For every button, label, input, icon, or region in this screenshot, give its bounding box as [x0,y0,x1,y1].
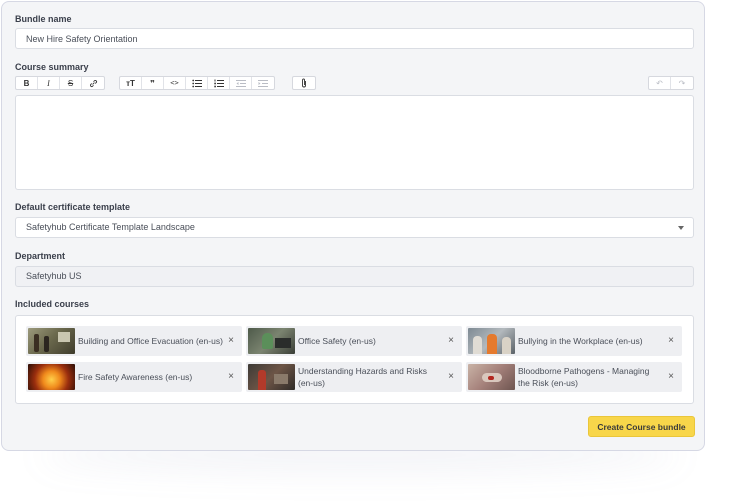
department-field: Safetyhub US [15,266,694,287]
remove-course-button[interactable]: × [448,371,454,382]
included-courses-label: Included courses [15,299,90,309]
remove-course-button[interactable]: × [228,371,234,382]
certificate-template-value: Safetyhub Certificate Template Landscape [26,222,195,232]
remove-course-button[interactable]: × [668,371,674,382]
attach-group [292,76,316,90]
course-thumbnail [248,364,295,390]
redo-button[interactable]: ↷ [671,77,693,89]
bundle-name-input[interactable] [26,29,666,48]
course-title: Understanding Hazards and Risks (en-us) [298,366,427,388]
course-title: Office Safety (en-us) [298,336,376,346]
course-chip: Bloodborne Pathogens - Managing the Risk… [466,362,682,392]
block-group: тT ❞ <> [119,76,275,90]
course-title: Fire Safety Awareness (en-us) [78,372,193,382]
outdent-button[interactable] [230,77,252,89]
outdent-icon [235,79,246,87]
remove-course-button[interactable]: × [448,335,454,346]
course-chip: Building and Office Evacuation (en-us) × [26,326,242,356]
course-summary-editor[interactable] [15,95,694,190]
numbered-list-icon [213,79,224,87]
course-thumbnail [28,364,75,390]
course-thumbnail [468,364,515,390]
course-title: Bullying in the Workplace (en-us) [518,336,643,346]
course-chip: Bullying in the Workplace (en-us) × [466,326,682,356]
department-label: Department [15,251,66,261]
indent-button[interactable] [252,77,274,89]
course-title: Building and Office Evacuation (en-us) [78,336,223,346]
heading-button[interactable]: тT [120,77,142,89]
certificate-template-select[interactable]: Safetyhub Certificate Template Landscape [15,217,694,238]
course-summary-label: Course summary [15,62,89,72]
bundle-name-label: Bundle name [15,14,72,24]
remove-course-button[interactable]: × [668,335,674,346]
numbered-list-button[interactable] [208,77,230,89]
course-chip: Office Safety (en-us) × [246,326,462,356]
create-course-bundle-button[interactable]: Create Course bundle [588,416,695,437]
department-value: Safetyhub US [26,271,82,281]
course-thumbnail [28,328,75,354]
undo-button[interactable]: ↶ [649,77,671,89]
quote-button[interactable]: ❞ [142,77,164,89]
course-title: Bloodborne Pathogens - Managing the Risk… [518,366,650,388]
bundle-form-card: Bundle name Course summary B I S тT ❞ <> [1,1,705,451]
course-thumbnail [468,328,515,354]
bullet-list-button[interactable] [186,77,208,89]
paperclip-icon [302,78,306,88]
bundle-name-field[interactable] [15,28,694,49]
history-group: ↶ ↷ [648,76,694,90]
chevron-down-icon [678,226,684,230]
attach-file-button[interactable] [293,77,315,89]
italic-button[interactable]: I [38,77,60,89]
strikethrough-button[interactable]: S [60,77,82,89]
code-button[interactable]: <> [164,77,186,89]
format-group: B I S [15,76,105,90]
course-chip: Understanding Hazards and Risks (en-us) … [246,362,462,392]
bullet-list-icon [191,79,202,87]
certificate-template-label: Default certificate template [15,202,131,212]
included-courses-list: Building and Office Evacuation (en-us) ×… [15,315,694,404]
course-chip: Fire Safety Awareness (en-us) × [26,362,242,392]
indent-icon [258,79,268,87]
remove-course-button[interactable]: × [228,335,234,346]
bold-button[interactable]: B [16,77,38,89]
link-button[interactable] [82,77,104,89]
link-icon [89,79,97,87]
course-thumbnail [248,328,295,354]
